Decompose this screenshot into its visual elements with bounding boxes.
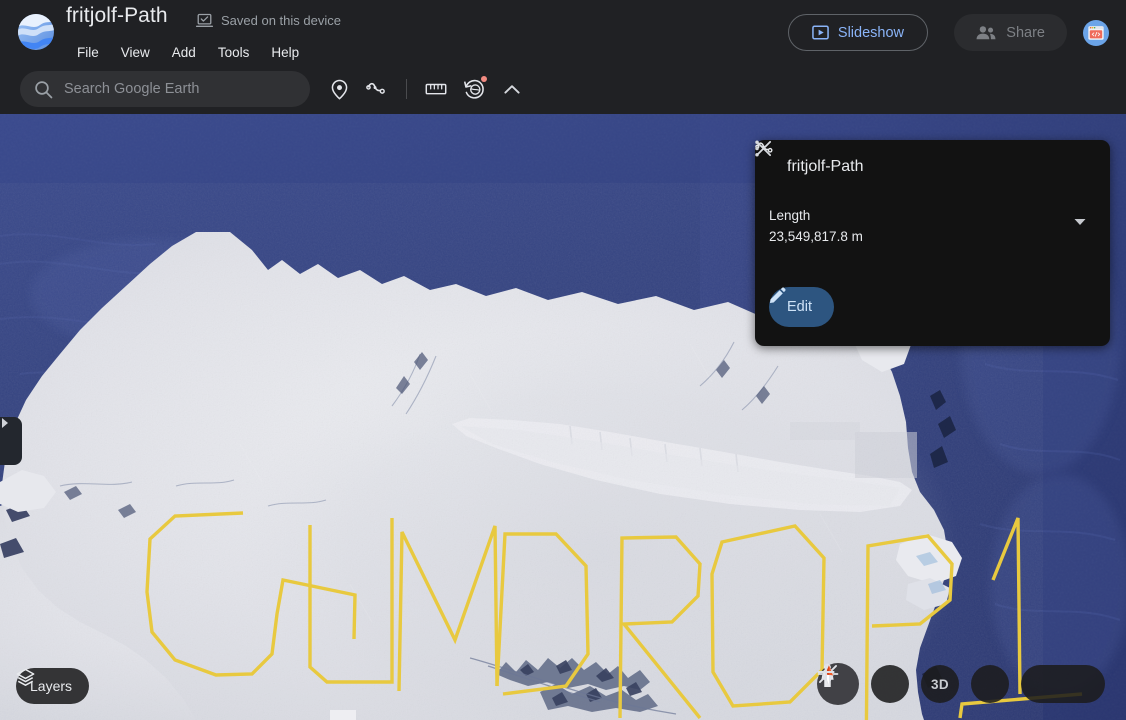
search-box[interactable] — [20, 71, 310, 107]
saved-status-label: Saved on this device — [221, 12, 341, 28]
length-field: Length 23,549,817.8 m — [769, 206, 1096, 252]
ruler-icon — [425, 83, 447, 95]
historical-imagery-button[interactable] — [457, 72, 491, 106]
notification-badge — [481, 76, 487, 82]
menu-view[interactable]: View — [110, 41, 161, 64]
share-button[interactable]: Share — [954, 14, 1067, 51]
saved-status: Saved on this device — [196, 10, 341, 30]
zoom-out-button[interactable] — [817, 665, 1063, 703]
length-value: 23,549,817.8 m — [769, 229, 863, 244]
length-expand-button[interactable] — [1074, 218, 1098, 242]
account-avatar-icon — [1088, 26, 1104, 40]
layers-button-label: Layers — [30, 678, 73, 694]
chevron-up-icon — [504, 84, 520, 94]
zoom-control — [817, 663, 1105, 703]
close-icon — [755, 140, 772, 157]
zoom-in-button[interactable] — [817, 663, 1105, 703]
menu-file[interactable]: File — [66, 41, 110, 64]
search-row — [0, 64, 1126, 114]
measure-tool-button[interactable] — [419, 72, 453, 106]
slideshow-button-label: Slideshow — [837, 24, 904, 41]
laptop-check-icon — [196, 13, 213, 27]
google-earth-logo[interactable] — [14, 10, 58, 54]
menu-add[interactable]: Add — [161, 41, 207, 64]
document-title[interactable]: fritjolf-Path — [66, 4, 168, 28]
map-canvas[interactable]: fritjolf-Path Length 23,549,817.8 m Edit… — [0, 114, 1126, 720]
placemark-tool-button[interactable] — [322, 72, 356, 106]
panel-header: fritjolf-Path — [755, 140, 1110, 194]
panel-close-button[interactable] — [755, 140, 1096, 182]
collapse-toolbar-button[interactable] — [495, 72, 529, 106]
layers-button[interactable]: Layers — [16, 668, 90, 704]
toolbar-divider — [406, 79, 407, 99]
google-earth-window: fritjolf-Path Length 23,549,817.8 m Edit… — [0, 0, 1126, 720]
toggle-3d-button[interactable]: 3D — [921, 665, 959, 703]
chevron-right-icon — [2, 418, 8, 428]
length-label: Length — [769, 208, 811, 223]
my-location-button[interactable] — [817, 663, 909, 703]
layers-stack-icon — [16, 668, 35, 686]
menu-help[interactable]: Help — [260, 41, 310, 64]
slideshow-button[interactable]: Slideshow — [787, 14, 928, 51]
people-icon — [976, 26, 996, 40]
panel-more-menu-button[interactable] — [755, 140, 1066, 182]
map-tools — [322, 71, 529, 107]
plus-icon — [817, 663, 835, 681]
toggle-3d-label: 3D — [930, 676, 950, 692]
search-input[interactable] — [64, 81, 296, 97]
pencil-icon — [769, 287, 786, 304]
menu-tools[interactable]: Tools — [207, 41, 261, 64]
google-earth-globe-icon — [18, 14, 54, 50]
top-bar: fritjolf-Path Saved on this device File … — [0, 0, 1126, 64]
share-button-label: Share — [1006, 24, 1045, 41]
search-icon — [35, 80, 53, 98]
avatar[interactable] — [1083, 20, 1109, 46]
path-polyline-icon — [365, 82, 385, 94]
map-pin-icon — [331, 79, 347, 100]
chevron-down-icon — [1074, 219, 1086, 225]
map-controls: 3D — [817, 663, 1105, 705]
feature-info-panel: fritjolf-Path Length 23,549,817.8 m Edit — [755, 140, 1110, 346]
compass-button[interactable] — [824, 665, 1009, 703]
panel-title: fritjolf-Path — [787, 158, 864, 175]
path-tool-button[interactable] — [360, 72, 394, 106]
edit-button[interactable]: Edit — [769, 287, 834, 327]
edit-button-label: Edit — [787, 299, 812, 315]
play-box-icon — [812, 25, 829, 40]
expand-sidebar-button[interactable] — [0, 417, 22, 465]
menu-bar: File View Add Tools Help — [66, 41, 310, 64]
